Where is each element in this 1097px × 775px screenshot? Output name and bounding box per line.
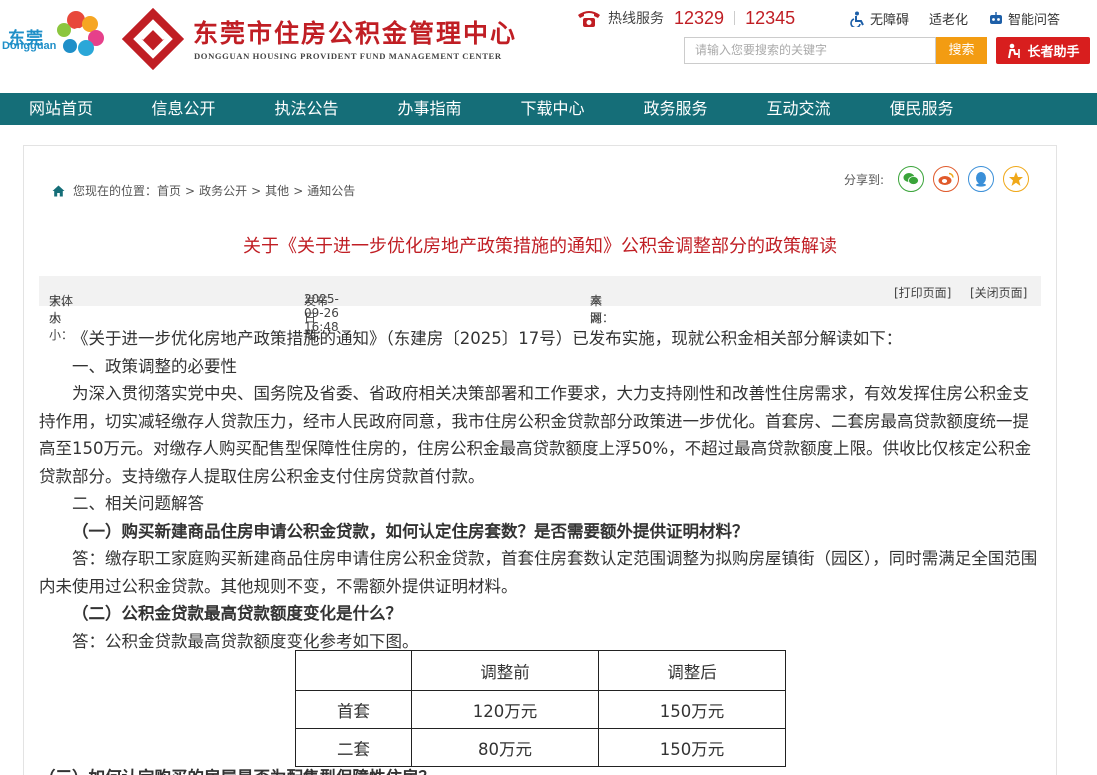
table-cell: 二套 bbox=[295, 728, 412, 767]
article-question: （二）公积金贷款最高贷款额度变化是什么？ bbox=[72, 604, 402, 623]
site-subtitle: DONGGUAN HOUSING PROVIDENT FUND MANAGEME… bbox=[194, 51, 502, 61]
share-weibo-button[interactable] bbox=[933, 166, 960, 192]
table-row: 首套 120万元 150万元 bbox=[295, 690, 786, 729]
source-value: 本网 bbox=[590, 294, 603, 325]
share-qq-button[interactable] bbox=[968, 166, 995, 192]
print-page-link[interactable]: [打印页面] bbox=[894, 284, 951, 301]
article-meta-bar: 字体大小： 大、小 发布日期： 2025-09-26 16:48 来源： 本网 … bbox=[39, 276, 1041, 342]
breadcrumb-separator: > bbox=[251, 183, 262, 198]
nav-info-disclosure[interactable]: 信息公开 bbox=[122, 93, 245, 125]
dongguan-city-logo[interactable]: 东莞 Dongguan bbox=[0, 4, 112, 72]
breadcrumb-other[interactable]: 其他 bbox=[265, 182, 289, 199]
article-answer: 答：缴存职工家庭购买新建商品住房申请住房公积金贷款，首套住房套数认定范围调整为拟… bbox=[39, 549, 1038, 596]
table-row: 二套 80万元 150万元 bbox=[295, 728, 786, 767]
qq-icon bbox=[976, 172, 987, 187]
nav-downloads[interactable]: 下载中心 bbox=[491, 93, 614, 125]
table-cell: 120万元 bbox=[411, 690, 599, 729]
article-paragraph: 《关于进一步优化房地产政策措施的通知》（东建房〔2025〕17号）已发布实施，现… bbox=[72, 329, 903, 348]
nav-interaction[interactable]: 互动交流 bbox=[737, 93, 860, 125]
table-cell: 首套 bbox=[295, 690, 412, 729]
accessibility-link[interactable]: 无障碍 bbox=[850, 9, 909, 28]
hotline-label: 热线服务 bbox=[608, 11, 664, 27]
nav-convenience[interactable]: 便民服务 bbox=[860, 93, 983, 125]
hotline: 热线服务 12329 12345 bbox=[576, 7, 795, 29]
flower-logo-icon bbox=[57, 11, 104, 56]
share-bar: 分享到: bbox=[844, 166, 1030, 192]
nav-gov-services[interactable]: 政务服务 bbox=[614, 93, 737, 125]
city-logo-en: Dongguan bbox=[2, 40, 57, 52]
accessibility-label: 无障碍 bbox=[870, 13, 910, 28]
elder-assistant-label: 长者助手 bbox=[1027, 45, 1080, 60]
home-icon bbox=[52, 185, 65, 196]
weibo-icon bbox=[938, 172, 954, 185]
table-header-cell: 调整后 bbox=[598, 650, 786, 691]
article-title: 关于《关于进一步优化房地产政策措施的通知》公积金调整部分的政策解读 bbox=[243, 236, 837, 257]
elderly-mode-link[interactable]: 适老化 bbox=[929, 9, 968, 28]
main-nav: 网站首页 信息公开 执法公告 办事指南 下载中心 政务服务 互动交流 便民服务 bbox=[0, 93, 1097, 125]
hotline-divider bbox=[734, 11, 736, 25]
table-cell: 150万元 bbox=[598, 690, 786, 729]
loan-limit-table: 调整前 调整后 首套 120万元 150万元 二套 80万元 150万元 bbox=[295, 650, 786, 767]
article-section-heading: 二、相关问题解答 bbox=[72, 494, 204, 513]
nav-enforcement[interactable]: 执法公告 bbox=[245, 93, 368, 125]
fund-center-logo[interactable] bbox=[121, 7, 185, 74]
article-section-heading: 一、政策调整的必要性 bbox=[72, 356, 237, 376]
share-label: 分享到: bbox=[844, 172, 885, 187]
search-input[interactable]: 请输入您要搜索的关键字 bbox=[684, 37, 936, 64]
breadcrumb-prefix: 您现在的位置： bbox=[73, 184, 158, 198]
wheelchair-icon bbox=[850, 11, 864, 27]
fund-emblem-icon bbox=[121, 7, 185, 71]
article-question: （一）购买新建商品住房申请公积金贷款，如何认定住房套数？是否需要额外提供证明材料… bbox=[72, 521, 749, 541]
hotline-number-2[interactable]: 12345 bbox=[745, 8, 795, 29]
elder-assistant-icon bbox=[1008, 43, 1021, 58]
breadcrumb-gov-affairs[interactable]: 政务公开 bbox=[199, 182, 247, 199]
elderly-mode-label: 适老化 bbox=[929, 13, 969, 28]
site-title: 东莞市住房公积金管理中心 bbox=[193, 19, 518, 48]
smart-qa-link[interactable]: 智能问答 bbox=[988, 9, 1060, 28]
table-header-row: 调整前 调整后 bbox=[295, 650, 786, 691]
phone-icon bbox=[578, 11, 600, 27]
robot-icon bbox=[990, 11, 1003, 24]
nav-home[interactable]: 网站首页 bbox=[0, 93, 122, 125]
article-paragraph: 为深入贯彻落实党中央、国务院及省委、省政府相关决策部署和工作要求，大力支持刚性和… bbox=[39, 384, 1032, 486]
breadcrumb-separator: > bbox=[185, 183, 196, 198]
top-links: 无障碍 适老化 智能问答 bbox=[850, 9, 1060, 28]
smart-qa-label: 智能问答 bbox=[1008, 13, 1061, 28]
wechat-icon bbox=[903, 173, 919, 185]
close-page-link[interactable]: [关闭页面] bbox=[970, 284, 1027, 301]
article-body: 《关于进一步优化房地产政策措施的通知》（东建房〔2025〕17号）已发布实施，现… bbox=[39, 325, 1039, 655]
table-header-cell bbox=[295, 650, 412, 691]
hotline-number-1[interactable]: 12329 bbox=[674, 8, 724, 29]
breadcrumb-notices[interactable]: 通知公告 bbox=[307, 182, 355, 199]
breadcrumb: 您现在的位置： 首页 > 政务公开 > 其他 > 通知公告 bbox=[52, 182, 355, 199]
share-qzone-button[interactable] bbox=[1003, 166, 1030, 192]
breadcrumb-home[interactable]: 首页 bbox=[157, 182, 181, 199]
table-cell: 80万元 bbox=[411, 728, 599, 767]
elder-assistant-button[interactable]: 长者助手 bbox=[996, 37, 1090, 64]
font-size-options[interactable]: 大、小 bbox=[49, 292, 73, 326]
site-header: 东莞 Dongguan 东莞市住房公积金管理中心 DONGGUAN HOUSIN… bbox=[0, 0, 1097, 93]
qzone-icon bbox=[1009, 172, 1024, 186]
table-header-cell: 调整前 bbox=[411, 650, 599, 691]
article-question-partial: （三）如何认定购买的房屋是否为配售型保障性住房？ bbox=[39, 764, 435, 775]
table-cell: 150万元 bbox=[598, 728, 786, 767]
breadcrumb-separator: > bbox=[293, 183, 304, 198]
share-wechat-button[interactable] bbox=[898, 166, 925, 192]
nav-guide[interactable]: 办事指南 bbox=[368, 93, 491, 125]
search-button[interactable]: 搜索 bbox=[936, 37, 987, 64]
